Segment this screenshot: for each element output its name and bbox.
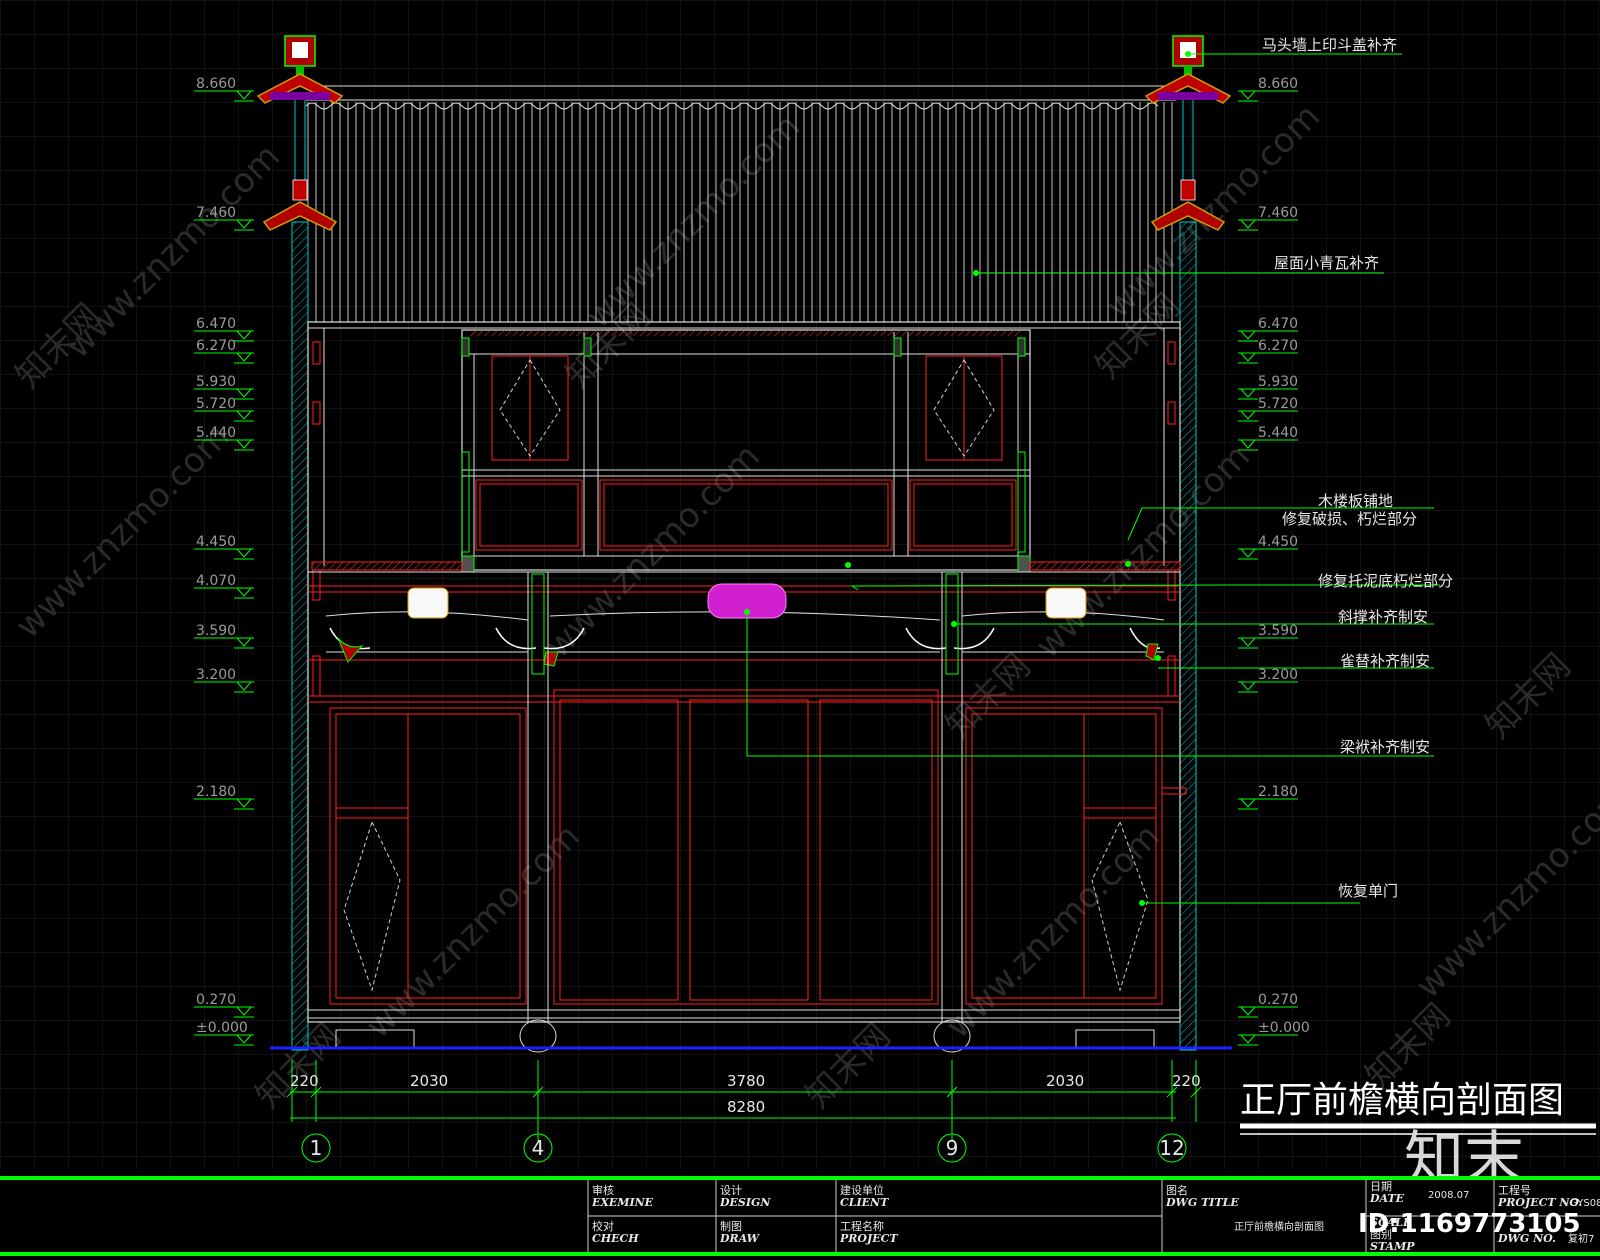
- image-id-stamp: ID:1169773105: [1358, 1209, 1581, 1239]
- axis-label-12: 12: [1159, 1136, 1184, 1160]
- tb-check-cn: 校对: [592, 1219, 614, 1233]
- tb-design-en: DESIGN: [719, 1196, 771, 1209]
- elevation-label: 6.470: [1258, 316, 1298, 332]
- note-queti: 雀替补齐制安: [1340, 652, 1430, 670]
- elevation-label: 0.270: [196, 992, 236, 1008]
- title-block: 审核 EXEMINE 校对 CHECH 设计 DESIGN 制图 DRAW 建设…: [0, 1176, 1600, 1260]
- elevation-label: 3.200: [196, 667, 236, 683]
- dim-total: 8280: [727, 1098, 765, 1116]
- tb-check-en: CHECH: [592, 1232, 639, 1245]
- dim-seg-5: 220: [1172, 1072, 1201, 1090]
- elevation-label: 3.590: [196, 623, 236, 639]
- elevation-label: 5.930: [1258, 374, 1298, 390]
- elevation-label: 8.660: [1258, 76, 1298, 92]
- axis-label-1: 1: [310, 1136, 323, 1160]
- note-roof-tiles: 屋面小青瓦补齐: [1274, 254, 1379, 272]
- elevation-label: 2.180: [1258, 784, 1298, 800]
- elevation-label: 4.070: [196, 573, 236, 589]
- dim-seg-4: 2030: [1046, 1072, 1084, 1090]
- axis-label-4: 4: [532, 1136, 545, 1160]
- dim-seg-1: 220: [290, 1072, 319, 1090]
- tb-client-cn: 建设单位: [840, 1183, 884, 1197]
- note-single-door: 恢复单门: [1338, 882, 1398, 900]
- tb-project-cn: 工程名称: [840, 1219, 884, 1233]
- floor-beam-right: [1029, 561, 1181, 571]
- tb-dwg-title-cn: 图名: [1166, 1183, 1188, 1197]
- tb-examine-en: EXEMINE: [591, 1196, 654, 1209]
- elevation-label: 5.440: [196, 425, 236, 441]
- axis-label-9: 9: [946, 1136, 959, 1160]
- elevation-label: ±0.000: [1258, 1020, 1310, 1036]
- section-drawing: www.znzmo.com www.znzmo.com www.znzmo.co…: [0, 0, 1600, 1260]
- note-beam-pad: 梁袱补齐制安: [1340, 738, 1430, 756]
- tb-stamp-en: STAMP: [1370, 1240, 1415, 1253]
- elevation-label: 6.270: [1258, 338, 1298, 354]
- elevation-label: ±0.000: [196, 1020, 248, 1036]
- tb-draw-en: DRAW: [719, 1232, 761, 1245]
- dim-seg-3: 3780: [727, 1072, 765, 1090]
- elevation-label: 5.720: [1258, 396, 1298, 412]
- elevation-label: 5.720: [196, 396, 236, 412]
- tb-project-en: PROJECT: [839, 1232, 898, 1245]
- dim-seg-2: 2030: [410, 1072, 448, 1090]
- roof-tiles: [306, 102, 1176, 322]
- tb-date-value: 2008.07: [1428, 1190, 1469, 1201]
- tb-date-en: DATE: [1369, 1192, 1405, 1205]
- elevation-label: 5.930: [196, 374, 236, 390]
- tb-project-no-value: GYS08: [1570, 1198, 1600, 1209]
- note-strut: 斜撑补齐制安: [1338, 608, 1428, 626]
- elevation-label: 2.180: [196, 784, 236, 800]
- elevation-label: 8.660: [196, 76, 236, 92]
- tb-client-en: CLIENT: [840, 1196, 889, 1209]
- note-wood-floor: 木楼板铺地: [1318, 492, 1393, 510]
- floor-beam-left: [311, 561, 463, 571]
- left-wall: [291, 221, 309, 1051]
- drawing-title: 正厅前檐横向剖面图: [1240, 1080, 1564, 1121]
- tb-dwg-title-en: DWG TITLE: [1165, 1196, 1239, 1209]
- elevation-label: 7.460: [196, 205, 236, 221]
- elevation-label: 5.440: [1258, 425, 1298, 441]
- elevation-label: 7.460: [1258, 205, 1298, 221]
- beam-ornament-left: [407, 587, 449, 619]
- elevation-label: 4.450: [196, 534, 236, 550]
- right-wall: [1179, 221, 1197, 1051]
- tb-examine-cn: 审核: [592, 1183, 614, 1197]
- tb-dwg-title-value: 正厅前檐横向剖面图: [1234, 1220, 1324, 1233]
- elevation-label: 4.450: [1258, 534, 1298, 550]
- beam-ornament-right: [1045, 587, 1087, 619]
- note-repair-base: 修复托泥底朽烂部分: [1318, 572, 1453, 590]
- elevation-label: 6.270: [196, 338, 236, 354]
- elevation-label: 0.270: [1258, 992, 1298, 1008]
- elevation-label: 3.590: [1258, 623, 1298, 639]
- elevation-label: 6.470: [196, 316, 236, 332]
- note-repair-rot: 修复破损、朽烂部分: [1282, 510, 1417, 528]
- elevation-label: 3.200: [1258, 667, 1298, 683]
- note-wall-cap: 马头墙上印斗盖补齐: [1262, 36, 1397, 54]
